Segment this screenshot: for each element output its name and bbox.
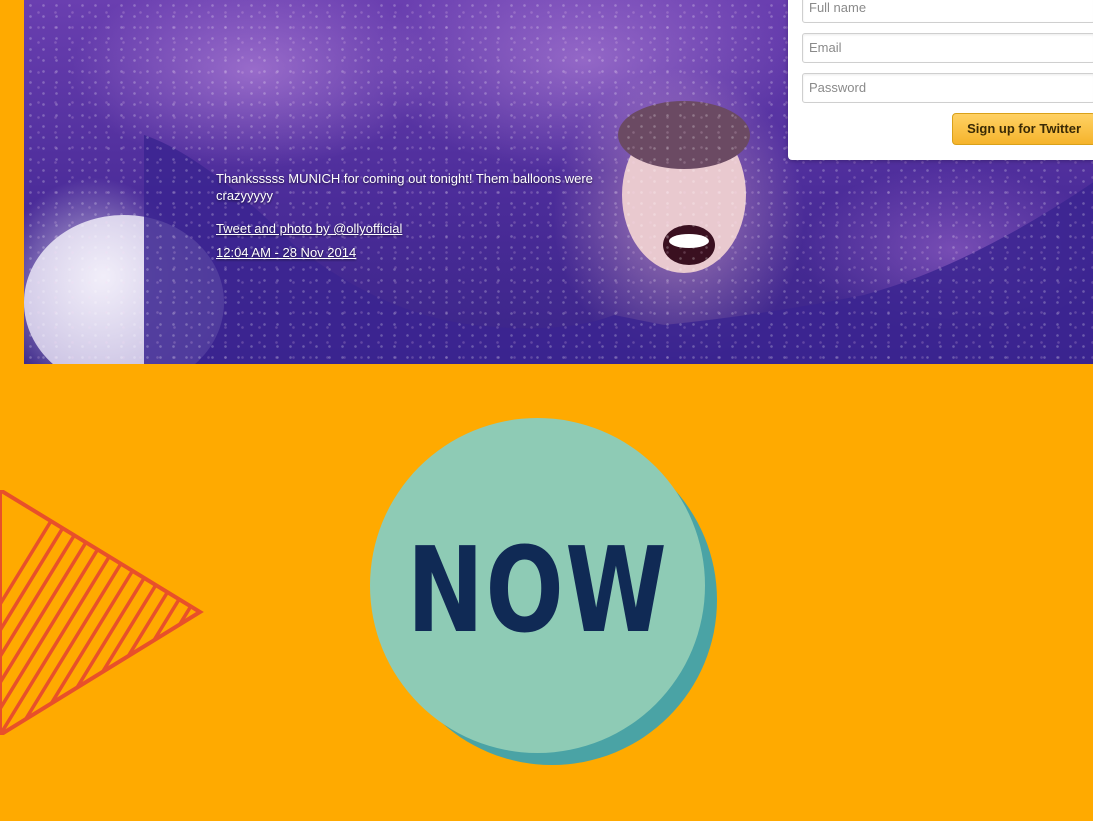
striped-triangle-decoration (0, 490, 204, 735)
password-field[interactable]: Password (802, 73, 1093, 103)
tweet-caption: Thanksssss MUNICH for coming out tonight… (216, 170, 636, 261)
sign-up-button[interactable]: Sign up for Twitter (952, 113, 1093, 145)
now-badge: NOW (370, 418, 720, 768)
tweet-byline-link[interactable]: Tweet and photo by @ollyofficial (216, 220, 636, 237)
full-name-field[interactable]: Full name (802, 0, 1093, 23)
twitter-signup-form: Full name Email Password Sign up for Twi… (788, 0, 1093, 160)
tweet-text: Thanksssss MUNICH for coming out tonight… (216, 171, 593, 203)
now-badge-circle: NOW (370, 418, 705, 753)
tweet-timestamp-link[interactable]: 12:04 AM - 28 Nov 2014 (216, 244, 636, 261)
tweet-photo-hero: Thanksssss MUNICH for coming out tonight… (24, 0, 1093, 364)
now-label: NOW (406, 520, 669, 659)
email-field[interactable]: Email (802, 33, 1093, 63)
